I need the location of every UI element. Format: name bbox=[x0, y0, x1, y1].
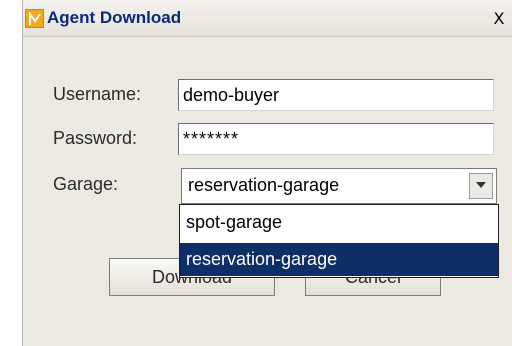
agent-download-dialog: Agent Download X Username: demo-buyer Pa… bbox=[22, 0, 512, 346]
password-input[interactable]: ******* bbox=[178, 123, 494, 155]
garage-option-spot[interactable]: spot-garage bbox=[180, 206, 498, 239]
garage-select[interactable]: reservation-garage bbox=[181, 168, 497, 204]
password-label: Password: bbox=[53, 128, 138, 148]
dropdown-button[interactable] bbox=[469, 173, 493, 199]
garage-label: Garage: bbox=[53, 174, 119, 194]
chevron-down-icon bbox=[476, 182, 486, 188]
title-bar: Agent Download X bbox=[23, 0, 512, 37]
username-input[interactable]: demo-buyer bbox=[178, 79, 494, 111]
garage-selected-value: reservation-garage bbox=[188, 175, 340, 195]
app-icon bbox=[25, 9, 44, 28]
garage-dropdown-list: spot-garage reservation-garage bbox=[179, 204, 499, 278]
close-icon[interactable]: X bbox=[489, 9, 509, 28]
garage-option-reservation[interactable]: reservation-garage bbox=[180, 243, 498, 276]
dialog-title: Agent Download bbox=[47, 8, 182, 27]
username-label: Username: bbox=[53, 84, 142, 104]
